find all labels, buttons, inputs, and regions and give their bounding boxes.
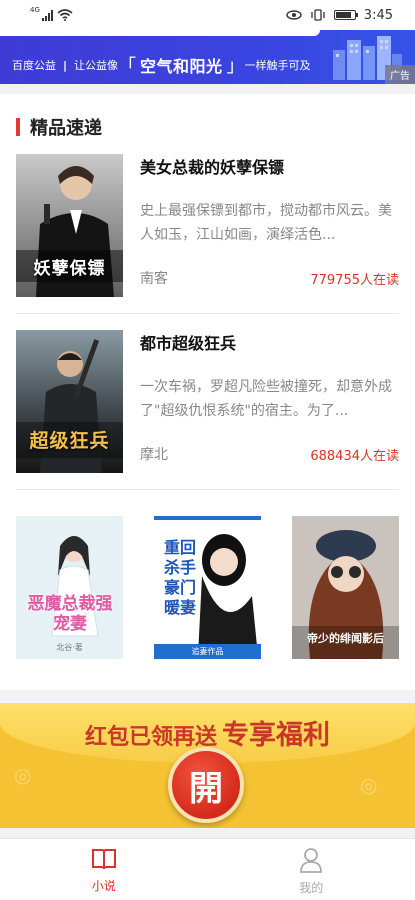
- ad-slogan-main: 空气和阳光: [140, 57, 223, 76]
- book-description: 一次车祸，罗超凡险些被撞死，却意外成了"超级仇恨系统"的宿主。为了...: [140, 379, 392, 419]
- section-gap: [0, 84, 415, 94]
- book-item[interactable]: 妖孽保镖 美女总裁的妖孽保镖 史上最强保镖到都市，搅动都市风云。美人如玉，江山如…: [16, 154, 399, 299]
- book-thumbnail[interactable]: 恶魔总裁强宠妻 北谷·著: [16, 516, 123, 659]
- battery-icon: [333, 10, 358, 20]
- vibrate-icon: [311, 9, 325, 21]
- section-gap: [0, 690, 415, 703]
- promo-highlight: 专享福利: [222, 720, 331, 751]
- network-type: 4G: [30, 6, 40, 14]
- user-icon: [300, 848, 323, 873]
- thumbnail-title: 重回杀手豪门暖妻: [163, 538, 196, 617]
- ad-divider: |: [63, 58, 68, 72]
- promo-text: 红包已领再送: [84, 725, 217, 750]
- open-packet-button[interactable]: 開: [168, 747, 244, 823]
- ad-bracket-close: 」: [226, 56, 245, 77]
- tab-mine[interactable]: 我的: [208, 839, 415, 900]
- section-accent-bar: [16, 118, 20, 136]
- reader-count: 779755人在读: [310, 273, 399, 288]
- decor-coin-icon: ◎: [360, 773, 378, 797]
- status-bar: 4G 3:45: [0, 0, 415, 30]
- tab-label: 小说: [91, 879, 116, 893]
- ad-bracket-open: 「: [118, 56, 137, 77]
- book-item[interactable]: 超级狂兵 都市超级狂兵 一次车祸，罗超凡险些被撞死，却意外成了"超级仇恨系统"的…: [16, 330, 399, 475]
- section-title: 精品速递: [30, 118, 102, 139]
- tab-novels[interactable]: 小说: [0, 839, 208, 900]
- ad-banner[interactable]: 百度公益 | 让公益像 「 空气和阳光 」 一样触手可及 广告: [0, 30, 415, 84]
- book-author: 摩北: [140, 447, 168, 463]
- ad-slogan-pre: 让公益像: [74, 59, 119, 72]
- book-cover[interactable]: 妖孽保镖: [16, 154, 123, 297]
- section-header: 精品速递: [16, 114, 102, 140]
- book-icon: [91, 849, 116, 870]
- red-packet-banner[interactable]: ◎ ◎ 红包已领再送 专享福利 開: [0, 703, 415, 828]
- book-description: 史上最强保镖到都市，搅动都市风云。美人如玉，江山如画，演绎活色...: [140, 203, 392, 243]
- reader-count: 688434人在读: [310, 449, 399, 464]
- book-cover-title: 妖孽保镖: [33, 259, 106, 279]
- book-author: 南客: [140, 271, 168, 287]
- book-title[interactable]: 都市超级狂兵: [140, 330, 236, 354]
- book-thumbnail[interactable]: 重回杀手豪门暖妻 追妻作品: [154, 516, 261, 659]
- thumbnail-author: 追妻作品: [191, 647, 224, 656]
- book-thumbnail[interactable]: 帝少的绯闻影后: [292, 516, 399, 659]
- book-title[interactable]: 美女总裁的妖孽保镖: [140, 154, 284, 178]
- decor-coin-icon: ◎: [14, 763, 32, 787]
- tab-label: 我的: [299, 881, 324, 895]
- bottom-tab-bar: 小说 我的: [0, 838, 415, 900]
- ad-banner-text: 百度公益 | 让公益像 「 空气和阳光 」 一样触手可及: [12, 52, 311, 78]
- signal-icon: [41, 9, 53, 21]
- divider: [16, 313, 399, 314]
- thumbnail-author: 北谷·著: [56, 643, 83, 652]
- ad-slogan-post: 一样触手可及: [244, 59, 311, 72]
- thumbnail-title: 恶魔总裁强宠妻: [27, 594, 113, 634]
- divider: [16, 489, 399, 490]
- ad-org: 百度公益: [12, 59, 56, 72]
- thumbnail-title: 帝少的绯闻影后: [307, 632, 384, 645]
- wifi-icon: [57, 9, 73, 21]
- book-cover-title: 超级狂兵: [29, 430, 110, 452]
- section-gap: [0, 828, 415, 838]
- clock: 3:45: [363, 7, 393, 23]
- ad-tag: 广告: [385, 65, 415, 84]
- book-cover[interactable]: 超级狂兵: [16, 330, 123, 473]
- eye-icon: [286, 10, 302, 20]
